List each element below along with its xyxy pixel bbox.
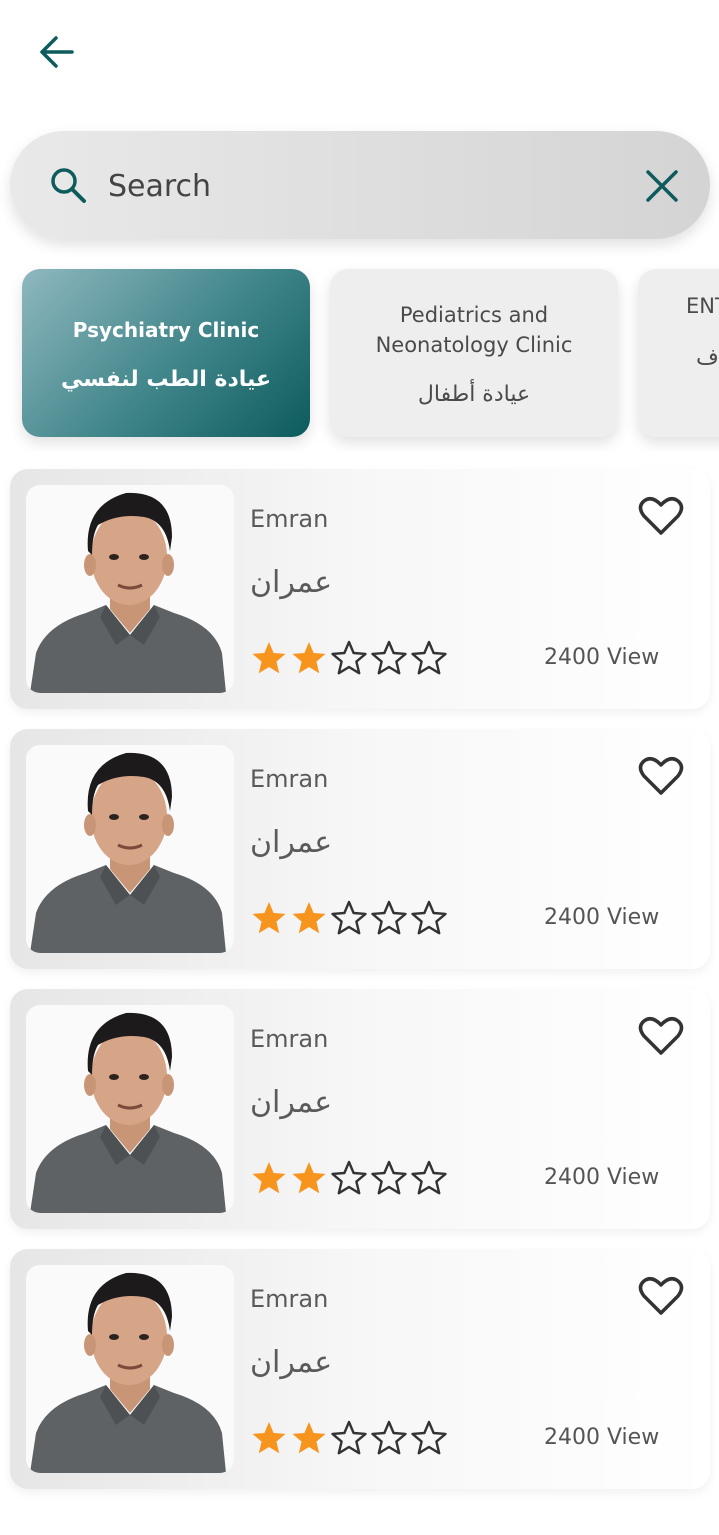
view-count: 2400 View [544,1165,660,1190]
favorite-button[interactable] [638,755,684,797]
doctor-card[interactable]: Emran عمران 2400 View [10,1249,710,1489]
category-strip: Psychiatry Clinic عيادة الطب لنفسي Pedia… [0,262,719,452]
doctor-card[interactable]: Emran عمران 2400 View [10,469,710,709]
star-empty-icon [411,640,447,675]
favorite-button[interactable] [638,1015,684,1057]
rating-stars [250,899,448,937]
star-filled-icon [292,642,326,674]
category-name-en: ENT [686,294,719,318]
category-card-ent[interactable]: ENT ف [638,269,719,437]
star-empty-icon [331,1420,367,1455]
view-count: 2400 View [544,1425,660,1450]
category-name-ar: عيادة الطب لنفسي [60,366,272,392]
star-empty-icon [371,640,407,675]
doctor-name-ar: عمران [250,825,333,860]
doctor-name-en: Emran [250,1285,329,1313]
close-icon [646,170,678,202]
star-filled-icon [292,1422,326,1454]
star-filled-icon [252,1162,286,1194]
doctor-card[interactable]: Emran عمران 2400 View [10,989,710,1229]
rating-stars [250,639,448,677]
star-empty-icon [411,1160,447,1195]
star-filled-icon [252,1422,286,1454]
view-count: 2400 View [544,905,660,930]
star-empty-icon [331,1160,367,1195]
category-card-psychiatry[interactable]: Psychiatry Clinic عيادة الطب لنفسي [22,269,310,437]
doctor-name-en: Emran [250,1025,329,1053]
doctor-photo [26,1265,234,1473]
doctor-photo [26,485,234,693]
star-filled-icon [292,902,326,934]
heart-icon [638,1277,684,1315]
doctor-name-en: Emran [250,765,329,793]
search-bar [10,131,710,239]
star-filled-icon [292,1162,326,1194]
doctor-name-en: Emran [250,505,329,533]
star-empty-icon [371,1420,407,1455]
star-empty-icon [331,640,367,675]
back-button[interactable] [36,32,76,72]
rating-stars [250,1159,448,1197]
category-name-ar: عيادة أطفال [417,381,531,407]
search-icon [51,168,86,203]
doctor-name-ar: عمران [250,1345,333,1380]
doctor-card[interactable]: Emran عمران 2400 View [10,729,710,969]
star-empty-icon [371,900,407,935]
category-name-en: Psychiatry Clinic [72,317,260,342]
doctor-name-ar: عمران [250,565,333,600]
rating-stars [250,1419,448,1457]
heart-icon [638,757,684,795]
star-empty-icon [371,1160,407,1195]
star-filled-icon [252,642,286,674]
category-name-ar: ف [696,345,719,370]
star-empty-icon [411,900,447,935]
category-name-en: Pediatrics and Neonatology Clinic [375,302,573,357]
star-empty-icon [331,900,367,935]
arrow-left-icon [40,36,74,68]
star-empty-icon [411,1420,447,1455]
favorite-button[interactable] [638,495,684,537]
doctor-photo [26,1005,234,1213]
doctor-photo [26,745,234,953]
favorite-button[interactable] [638,1275,684,1317]
view-count: 2400 View [544,645,660,670]
heart-icon [638,497,684,535]
heart-icon [638,1017,684,1055]
search-input[interactable] [106,161,610,211]
star-filled-icon [252,902,286,934]
doctor-name-ar: عمران [250,1085,333,1120]
clear-search-button[interactable] [640,164,684,208]
category-card-pediatrics[interactable]: Pediatrics and Neonatology Clinic عيادة … [330,269,618,437]
